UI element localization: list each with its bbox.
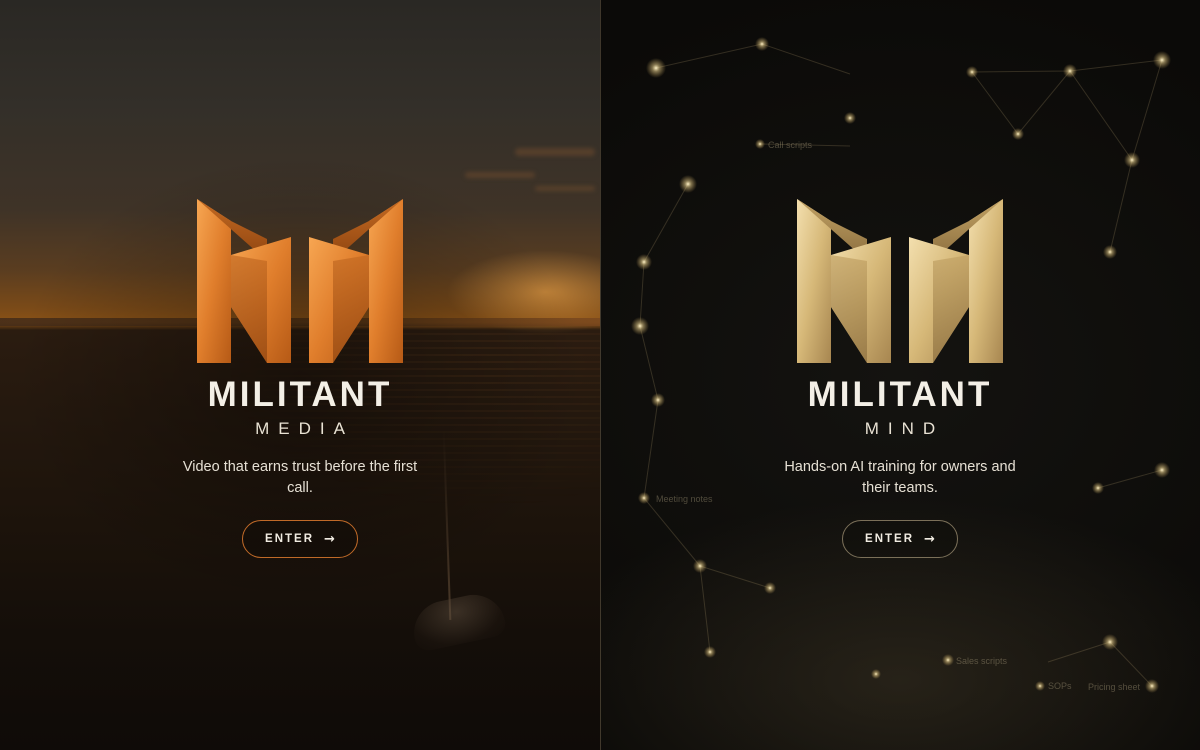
constellation-label: Pricing sheet [1088,682,1141,692]
militant-mind-panel[interactable]: Call scripts Meeting notes Sales scripts… [600,0,1200,750]
brand-wordmark: MILITANT [207,375,393,414]
enter-label: ENTER [865,533,915,545]
militant-media-panel[interactable]: MILITANT MEDIA Video that earns trust be… [0,0,600,750]
enter-label: ENTER [265,533,315,545]
brand-subword: MIND [864,419,945,438]
enter-mind-button[interactable]: ENTER → [842,520,958,558]
brand-tagline: Video that earns trust before the first … [182,459,418,496]
split-landing: MILITANT MEDIA Video that earns trust be… [0,0,1200,750]
brand-wordmark: MILITANT [807,375,993,414]
constellation-label: Sales scripts [956,656,1008,666]
militant-media-logo-icon [197,199,403,363]
constellation-label: SOPs [1048,681,1072,691]
media-brand: MILITANT MEDIA Video that earns trust be… [0,195,600,558]
enter-media-button[interactable]: ENTER → [242,520,358,558]
mind-brand: MILITANT MIND Hands-on AI training for o… [600,195,1200,558]
brand-tagline: Hands-on AI training for owners and thei… [784,459,1016,496]
brand-subword: MEDIA [255,419,354,438]
panel-divider [600,0,601,750]
arrow-right-icon: → [924,531,935,547]
constellation-label: Call scripts [768,140,813,150]
arrow-right-icon: → [324,531,335,547]
militant-mind-logo-icon [797,199,1003,363]
